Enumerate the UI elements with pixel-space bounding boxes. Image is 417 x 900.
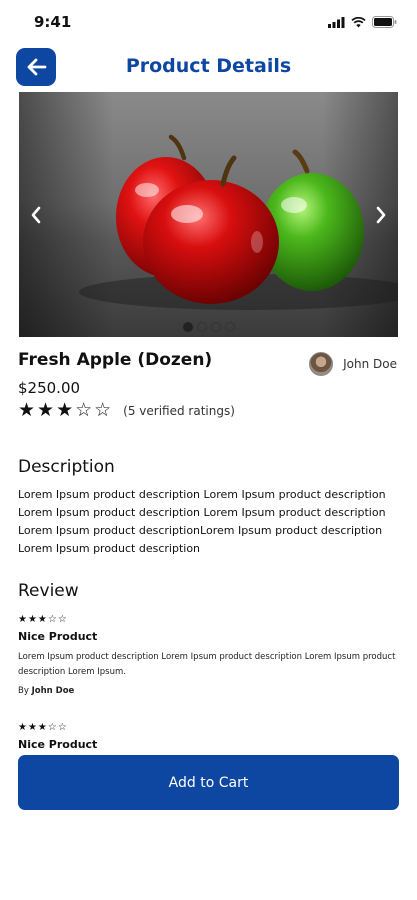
description-text: Lorem Ipsum product description Lorem Ip… bbox=[18, 488, 386, 555]
review-title: Nice Product bbox=[18, 738, 98, 751]
battery-icon bbox=[372, 16, 397, 28]
rating-count: (5 verified ratings) bbox=[123, 403, 235, 418]
star-rating: ★★★☆☆ bbox=[18, 399, 114, 421]
product-price: $250.00 bbox=[18, 379, 81, 397]
review-heading: Review bbox=[18, 581, 79, 601]
page-title: Product Details bbox=[125, 55, 292, 77]
product-image bbox=[19, 92, 398, 337]
carousel-pagination bbox=[19, 322, 398, 332]
review-star-rating: ★★★☆☆ bbox=[18, 722, 68, 733]
description-heading: Description bbox=[18, 457, 115, 477]
header: Product Details bbox=[0, 44, 417, 90]
product-image-carousel[interactable] bbox=[19, 92, 398, 337]
chevron-left-icon bbox=[31, 206, 41, 224]
status-icons bbox=[328, 16, 397, 28]
review-item: ★★★☆☆ Nice Product bbox=[18, 722, 398, 751]
seller-name: John Doe bbox=[343, 357, 397, 371]
carousel-dot[interactable] bbox=[210, 322, 221, 332]
chevron-right-icon bbox=[376, 206, 386, 224]
carousel-next-button[interactable] bbox=[370, 202, 392, 228]
review-author-name: John Doe bbox=[31, 686, 75, 696]
review-author: By John Doe bbox=[18, 686, 398, 696]
carousel-dot[interactable] bbox=[196, 322, 207, 332]
avatar bbox=[309, 352, 334, 376]
product-rating: ★★★☆☆ (5 verified ratings) bbox=[18, 401, 235, 420]
status-bar: 9:41 bbox=[0, 0, 417, 44]
carousel-dot[interactable] bbox=[182, 322, 193, 332]
carousel-prev-button[interactable] bbox=[25, 202, 47, 228]
wifi-icon bbox=[351, 16, 366, 27]
product-name: Fresh Apple (Dozen) bbox=[18, 350, 213, 370]
review-item: ★★★☆☆ Nice Product Lorem Ipsum product d… bbox=[18, 614, 398, 696]
review-body: Lorem Ipsum product description Lorem Ip… bbox=[18, 652, 396, 677]
review-star-rating: ★★★☆☆ bbox=[18, 614, 68, 625]
add-to-cart-button[interactable]: Add to Cart bbox=[18, 755, 399, 810]
signal-icon bbox=[328, 16, 345, 28]
seller-info[interactable]: John Doe bbox=[309, 352, 397, 376]
review-by-label: By bbox=[18, 686, 29, 696]
status-time: 9:41 bbox=[34, 13, 72, 31]
review-title: Nice Product bbox=[18, 630, 98, 643]
carousel-dot[interactable] bbox=[224, 322, 235, 332]
